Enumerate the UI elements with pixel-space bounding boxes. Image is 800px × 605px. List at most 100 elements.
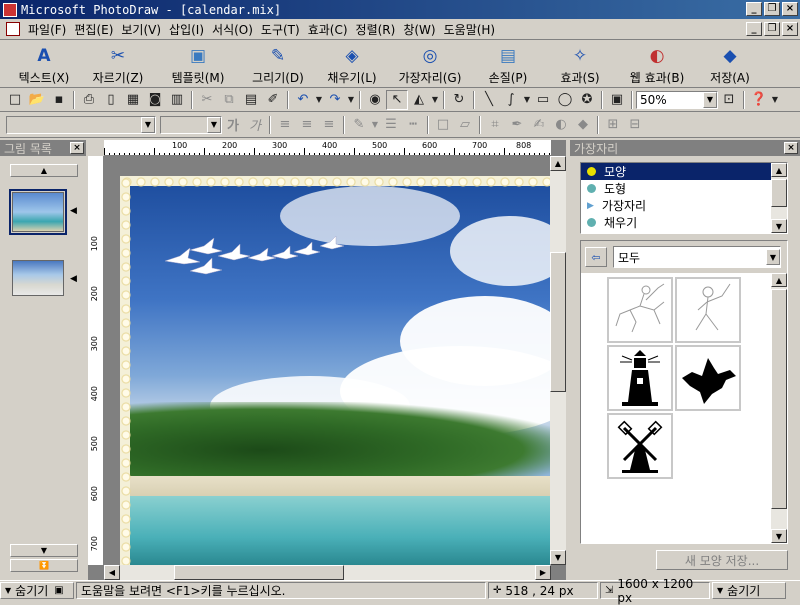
line-color-dropdown-icon[interactable]: ▼ bbox=[370, 115, 380, 135]
curve-dropdown-icon[interactable]: ▼ bbox=[522, 90, 532, 110]
doc-close-button[interactable]: × bbox=[782, 22, 798, 36]
group-icon[interactable]: ⊞ bbox=[602, 115, 624, 135]
scroll-down-icon[interactable]: ▼ bbox=[550, 550, 566, 565]
undo-icon[interactable]: ↶ bbox=[292, 90, 314, 110]
curve-icon[interactable]: ∫ bbox=[500, 90, 522, 110]
scroll-up-button[interactable]: ▲ bbox=[10, 164, 78, 177]
scroll-up-icon[interactable]: ▲ bbox=[771, 273, 787, 287]
vertical-scrollbar[interactable]: ▲ ▼ bbox=[550, 156, 566, 565]
document-icon[interactable] bbox=[6, 22, 20, 36]
shape-polo-rider[interactable] bbox=[607, 277, 673, 343]
shape-windmill[interactable] bbox=[607, 413, 673, 479]
picture-thumbnail[interactable] bbox=[12, 260, 64, 296]
scroll-left-icon[interactable]: ◀ bbox=[104, 565, 120, 580]
caret-left-icon[interactable]: ◀ bbox=[70, 206, 77, 216]
print-preview-icon[interactable]: ▯ bbox=[100, 90, 122, 110]
fill-button[interactable]: ◈ 채우기(L) bbox=[316, 41, 388, 87]
shape-filter-select[interactable]: 모두 ▼ bbox=[613, 246, 781, 268]
scroll-down-button[interactable]: ▼ bbox=[10, 544, 78, 557]
fill-bucket-icon[interactable]: ◭ bbox=[408, 90, 430, 110]
menu-effects[interactable]: 효과(C) bbox=[304, 21, 352, 38]
scroll-end-button[interactable]: ⏬ bbox=[10, 559, 78, 572]
save-file-icon[interactable]: ▪ bbox=[48, 90, 70, 110]
scroll-right-icon[interactable]: ▶ bbox=[535, 565, 551, 580]
horizontal-scroll-thumb[interactable] bbox=[174, 565, 344, 580]
help-dropdown-icon[interactable]: ▼ bbox=[770, 90, 780, 110]
shadow-icon[interactable]: □ bbox=[432, 115, 454, 135]
ellipse-icon[interactable]: ◯ bbox=[554, 90, 576, 110]
menu-format[interactable]: 서식(O) bbox=[208, 21, 257, 38]
align-left-icon[interactable]: ≡ bbox=[274, 115, 296, 135]
align-right-icon[interactable]: ≡ bbox=[318, 115, 340, 135]
hide-workpane-button[interactable]: ▼ 숨기기 bbox=[712, 582, 786, 599]
align-center-icon[interactable]: ≡ bbox=[296, 115, 318, 135]
italic-icon[interactable]: 가 bbox=[244, 115, 266, 135]
picture-list-icon[interactable]: ▣ bbox=[606, 90, 628, 110]
category-scroll-thumb[interactable] bbox=[771, 179, 787, 207]
close-button[interactable]: × bbox=[782, 2, 798, 16]
template-button[interactable]: ▣ 템플릿(M) bbox=[156, 41, 240, 87]
save-new-shape-button[interactable]: 새 모양 저장... bbox=[656, 550, 788, 570]
chevron-down-icon[interactable]: ▼ bbox=[766, 249, 780, 265]
text-button[interactable]: A 텍스트(X) bbox=[8, 41, 80, 87]
redo-dropdown-icon[interactable]: ▼ bbox=[346, 90, 356, 110]
picture-thumbnail[interactable] bbox=[9, 189, 67, 235]
menu-arrange[interactable]: 정렬(R) bbox=[352, 21, 400, 38]
open-icon[interactable]: 📂 bbox=[26, 90, 48, 110]
hide-picture-list-button[interactable]: ▼ 숨기기 ▣ bbox=[0, 582, 74, 599]
ungroup-icon[interactable]: ⊟ bbox=[624, 115, 646, 135]
help-icon[interactable]: ❓ bbox=[748, 90, 770, 110]
menu-edit[interactable]: 편집(E) bbox=[70, 21, 117, 38]
zoom-select[interactable]: 50% ▼ bbox=[636, 90, 718, 109]
close-icon[interactable]: × bbox=[784, 142, 798, 154]
minimize-button[interactable]: _ bbox=[746, 2, 762, 16]
draw-button[interactable]: ✎ 그리기(D) bbox=[240, 41, 316, 87]
cut-icon[interactable]: ✂ bbox=[196, 90, 218, 110]
canvas-picture[interactable] bbox=[120, 176, 551, 565]
restore-button[interactable]: ❐ bbox=[764, 2, 780, 16]
camera-icon[interactable]: ◙ bbox=[144, 90, 166, 110]
chevron-down-icon[interactable]: ▼ bbox=[207, 116, 221, 133]
copy-icon[interactable]: ⧉ bbox=[218, 90, 240, 110]
touchup-button[interactable]: ▤ 손질(P) bbox=[472, 41, 544, 87]
pointer-icon[interactable]: ↖ bbox=[386, 89, 408, 110]
category-item-edge[interactable]: ▶ 가장자리 bbox=[581, 197, 787, 214]
format-painter-icon[interactable]: ✐ bbox=[262, 90, 284, 110]
category-item-figure[interactable]: 도형 bbox=[581, 180, 787, 197]
category-item-shape[interactable]: 모양 bbox=[581, 163, 771, 180]
dash-style-icon[interactable]: ┅ bbox=[402, 115, 424, 135]
redo-icon[interactable]: ↷ bbox=[324, 90, 346, 110]
scroll-up-icon[interactable]: ▲ bbox=[771, 163, 787, 177]
edge-button[interactable]: ◎ 가장자리(G) bbox=[388, 41, 472, 87]
category-item-fill[interactable]: 채우기 bbox=[581, 214, 787, 231]
close-icon[interactable]: × bbox=[70, 142, 84, 154]
crop-button[interactable]: ✂ 자르기(Z) bbox=[80, 41, 156, 87]
autoshape-icon[interactable]: ✪ bbox=[576, 90, 598, 110]
app-icon[interactable] bbox=[3, 2, 17, 17]
undo-dropdown-icon[interactable]: ▼ bbox=[314, 90, 324, 110]
web-effects-button[interactable]: ◐ 웹 효과(B) bbox=[616, 41, 698, 87]
zoom-to-fit-icon[interactable]: ⊡ bbox=[718, 90, 740, 110]
menu-help[interactable]: 도움말(H) bbox=[440, 21, 500, 38]
font-name-select[interactable]: ▼ bbox=[6, 115, 156, 134]
menu-window[interactable]: 창(W) bbox=[399, 21, 439, 38]
pen-icon[interactable]: ✒ bbox=[506, 115, 528, 135]
crop-tool-icon[interactable]: ⌗ bbox=[484, 115, 506, 135]
scroll-down-icon[interactable]: ▼ bbox=[771, 529, 787, 543]
paste-icon[interactable]: ▤ bbox=[240, 90, 262, 110]
menu-view[interactable]: 보기(V) bbox=[117, 21, 165, 38]
scroll-up-icon[interactable]: ▲ bbox=[550, 156, 566, 171]
pan-zoom-icon[interactable]: ◉ bbox=[364, 90, 386, 110]
gallery-scrollbar[interactable]: ▲ ▼ bbox=[771, 273, 787, 543]
effects-button[interactable]: ✧ 효과(S) bbox=[544, 41, 616, 87]
horizontal-scrollbar[interactable]: ◀ ▶ bbox=[104, 565, 551, 580]
chevron-down-icon[interactable]: ▼ bbox=[703, 91, 717, 108]
menu-insert[interactable]: 삽입(I) bbox=[165, 21, 208, 38]
new-icon[interactable]: □ bbox=[4, 90, 26, 110]
scan-icon[interactable]: ▦ bbox=[122, 90, 144, 110]
menu-tools[interactable]: 도구(T) bbox=[257, 21, 304, 38]
visual-open-icon[interactable]: ▥ bbox=[166, 90, 188, 110]
gallery-scroll-thumb[interactable] bbox=[771, 289, 787, 509]
vertical-scroll-thumb[interactable] bbox=[550, 252, 566, 392]
caret-left-icon[interactable]: ◀ bbox=[70, 274, 77, 284]
